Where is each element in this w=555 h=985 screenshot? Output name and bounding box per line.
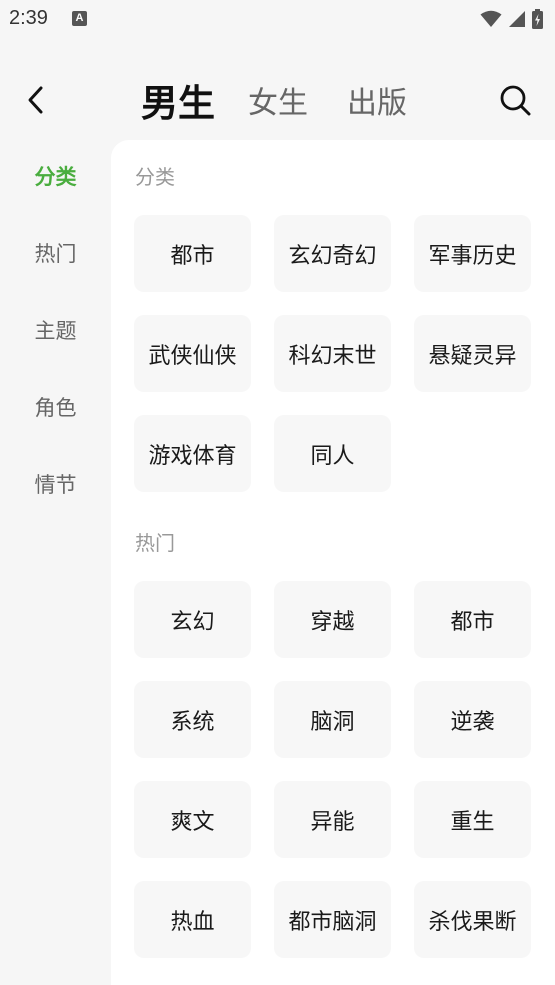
tag-chip[interactable]: 杀伐果断: [414, 881, 531, 958]
status-icons: [480, 8, 543, 30]
tag-chip[interactable]: 游戏体育: [134, 415, 251, 492]
tag-chip[interactable]: 都市: [134, 215, 251, 292]
tab-publish[interactable]: 出版: [347, 60, 407, 140]
signal-icon: [509, 11, 525, 27]
tag-chip[interactable]: 系统: [134, 681, 251, 758]
back-button[interactable]: [18, 80, 54, 120]
battery-icon: [532, 9, 543, 29]
tag-chip[interactable]: 玄幻奇幻: [274, 215, 391, 292]
search-button[interactable]: [497, 82, 533, 118]
search-icon: [500, 85, 531, 116]
tab-female[interactable]: 女生: [248, 60, 308, 140]
tag-chip[interactable]: 都市: [414, 581, 531, 658]
section-title-popular: 热门: [135, 531, 175, 555]
tag-chip[interactable]: 玄幻: [134, 581, 251, 658]
content-panel: 分类 都市 玄幻奇幻 军事历史 武侠仙侠 科幻末世 悬疑灵异 游戏体育 同人 热…: [111, 140, 555, 985]
tag-chip[interactable]: 悬疑灵异: [414, 315, 531, 392]
wifi-icon: [480, 10, 502, 27]
notification-app-icon: A: [72, 11, 87, 26]
section-title-category: 分类: [135, 165, 175, 189]
sidebar-item-plot[interactable]: 情节: [0, 460, 111, 510]
tag-chip[interactable]: 脑洞: [274, 681, 391, 758]
sidebar-item-popular[interactable]: 热门: [0, 229, 111, 279]
tag-chip[interactable]: 武侠仙侠: [134, 315, 251, 392]
tag-chip[interactable]: 爽文: [134, 781, 251, 858]
sidebar-item-category[interactable]: 分类: [0, 152, 111, 202]
tag-chip[interactable]: 同人: [274, 415, 391, 492]
sidebar-item-theme[interactable]: 主题: [0, 306, 111, 356]
status-time: 2:39: [9, 7, 48, 29]
sidebar-item-character[interactable]: 角色: [0, 383, 111, 433]
tag-chip[interactable]: 穿越: [274, 581, 391, 658]
tag-chip[interactable]: 异能: [274, 781, 391, 858]
tag-chip[interactable]: 都市脑洞: [274, 881, 391, 958]
top-header: 男生 女生 出版: [0, 60, 555, 140]
tag-chip[interactable]: 热血: [134, 881, 251, 958]
tag-chip[interactable]: 军事历史: [414, 215, 531, 292]
tab-male[interactable]: 男生: [141, 60, 215, 140]
tag-chip[interactable]: 逆袭: [414, 681, 531, 758]
tag-chip[interactable]: 科幻末世: [274, 315, 391, 392]
back-arrow-icon: [28, 86, 43, 114]
tag-chip[interactable]: 重生: [414, 781, 531, 858]
status-bar: 2:39 A: [0, 0, 555, 38]
category-sidebar: 分类 热门 主题 角色 情节: [0, 140, 111, 985]
